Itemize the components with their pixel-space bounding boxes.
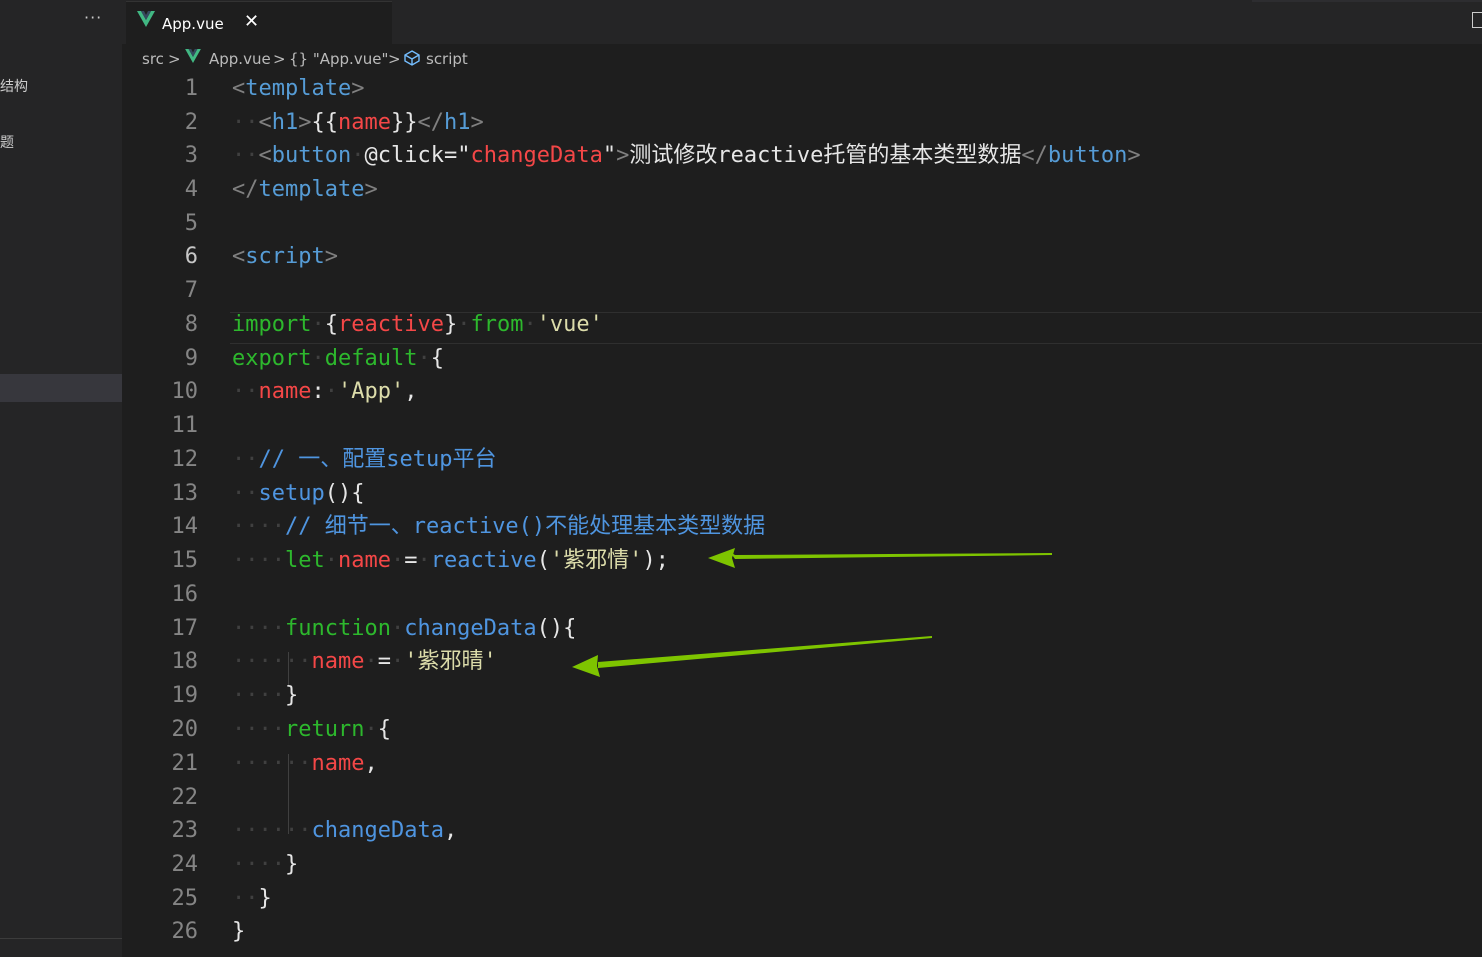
line-number: 23	[171, 818, 199, 843]
line-number: 20	[171, 717, 199, 742]
code-line-25: ··}	[232, 886, 272, 911]
code-line-8: import·{reactive}·from·'vue'	[232, 312, 603, 337]
line-number: 5	[184, 211, 198, 236]
line-number: 1	[184, 76, 198, 101]
line-number: 8	[184, 312, 198, 337]
code-line-6: <script>	[232, 244, 338, 269]
code-line-18: ······name·=·'紫邪晴'	[232, 649, 497, 674]
editor-tab-bar: App.vue ✕	[122, 0, 1482, 45]
breadcrumb: src > App.vue > {} "App.vue" > script	[122, 44, 1482, 72]
more-actions-icon[interactable]: ···	[84, 8, 102, 27]
chevron-right-icon: >	[388, 50, 401, 68]
tab-title: App.vue	[162, 15, 224, 33]
sidebar-item-issues[interactable]: 题	[0, 132, 14, 152]
title-bar-strip	[1252, 0, 1482, 2]
code-line-15: ····let·name·=·reactive('紫邪情');	[232, 548, 669, 573]
code-line-14: ····// 细节一、reactive()不能处理基本类型数据	[232, 514, 766, 539]
vue-file-icon	[137, 11, 155, 27]
line-number: 15	[171, 548, 199, 573]
split-editor-icon[interactable]	[1472, 12, 1482, 28]
vue-file-icon	[185, 49, 201, 67]
code-line-3: ··<button·@click="changeData">测试修改reacti…	[232, 143, 1141, 168]
code-line-12: ··// 一、配置setup平台	[232, 447, 497, 472]
code-line-9: export·default·{	[232, 346, 444, 371]
line-number: 7	[184, 278, 198, 303]
line-number: 2	[184, 110, 198, 135]
code-line-20: ····return·{	[232, 717, 391, 742]
tab-app-vue[interactable]: App.vue ✕	[126, 1, 392, 45]
sidebar-divider	[0, 938, 122, 939]
line-number: 21	[171, 751, 199, 776]
cube-icon	[404, 50, 420, 70]
line-number: 24	[171, 852, 199, 877]
code-line-4: </template>	[232, 177, 378, 202]
line-number: 6	[184, 244, 198, 269]
explorer-sidebar: ··· 结构 题	[0, 0, 122, 957]
line-number: 12	[171, 447, 199, 472]
breadcrumb-src[interactable]: src	[142, 50, 164, 68]
line-number: 4	[184, 177, 198, 202]
line-number: 10	[171, 379, 199, 404]
line-number: 22	[171, 785, 199, 810]
code-line-17: ····function·changeData(){	[232, 616, 577, 641]
breadcrumb-app-object[interactable]: {} "App.vue"	[289, 50, 388, 68]
code-line-2: ··<h1>{{name}}</h1>	[232, 110, 484, 135]
breadcrumb-app-vue[interactable]: App.vue	[209, 50, 271, 68]
line-number: 14	[171, 514, 199, 539]
code-line-26: }	[232, 919, 246, 944]
sidebar-selected-row[interactable]	[0, 374, 122, 402]
line-number: 3	[184, 143, 198, 168]
code-line-21: ······name,	[232, 751, 378, 776]
chevron-right-icon: >	[273, 50, 286, 68]
line-number: 18	[171, 649, 199, 674]
code-line-23: ······changeData,	[232, 818, 458, 843]
line-number: 11	[171, 413, 199, 438]
line-number: 17	[171, 616, 199, 641]
sidebar-item-structure[interactable]: 结构	[0, 76, 28, 96]
code-line-1: <template>	[232, 76, 365, 101]
close-icon[interactable]: ✕	[244, 11, 259, 32]
code-line-24: ····}	[232, 852, 299, 877]
code-editor[interactable]: 1 2 3 4 5 6 7 8 9 10 11 12 13 14 15 16 17 18 19 20 21 22 23 24 2…	[122, 72, 1482, 957]
line-number: 16	[171, 582, 199, 607]
code-line-19: ····}	[232, 683, 299, 708]
breadcrumb-script[interactable]: script	[426, 50, 468, 68]
line-number: 26	[171, 919, 199, 944]
chevron-right-icon: >	[168, 50, 181, 68]
line-number: 19	[171, 683, 199, 708]
line-number: 25	[171, 886, 199, 911]
line-number: 9	[184, 346, 198, 371]
code-line-10: ··name:·'App',	[232, 379, 418, 404]
line-number: 13	[171, 481, 199, 506]
code-line-13: ··setup(){	[232, 481, 365, 506]
